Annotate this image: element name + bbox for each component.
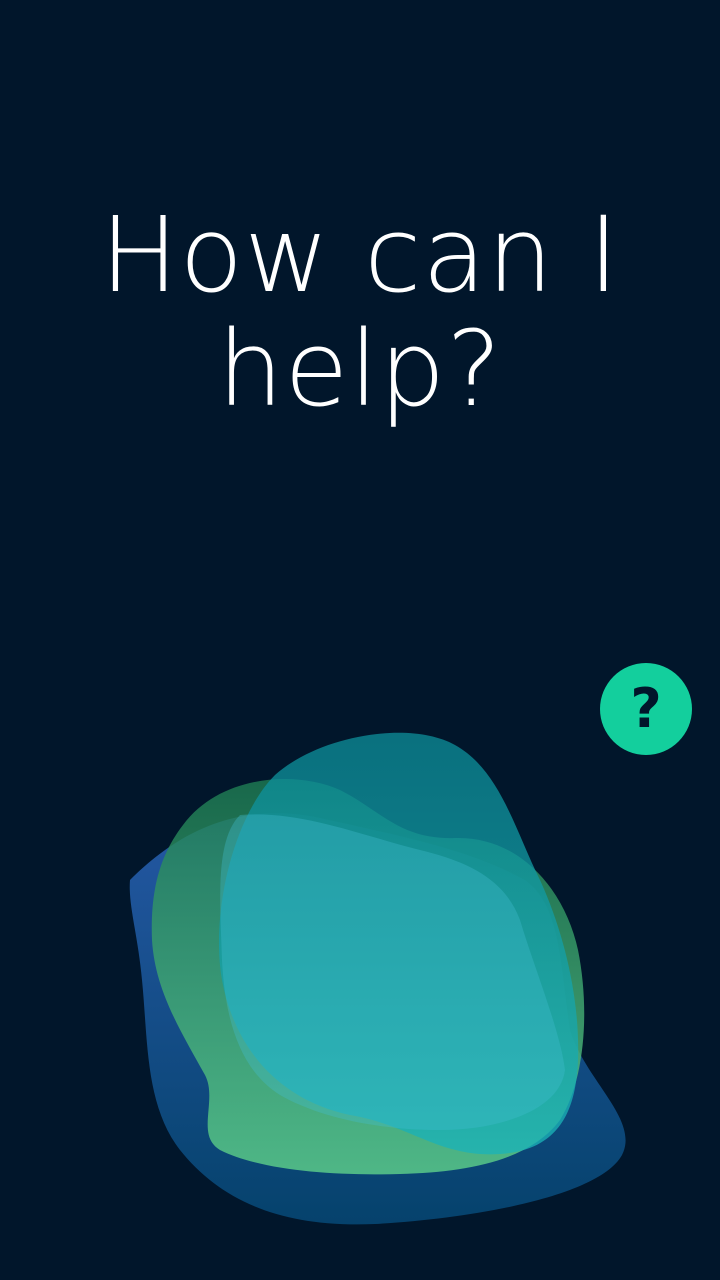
prompt-title: How can I help? xyxy=(100,194,620,430)
assistant-screen: How can I help? ? xyxy=(0,0,720,1280)
assistant-voice-visual[interactable] xyxy=(0,700,720,1260)
